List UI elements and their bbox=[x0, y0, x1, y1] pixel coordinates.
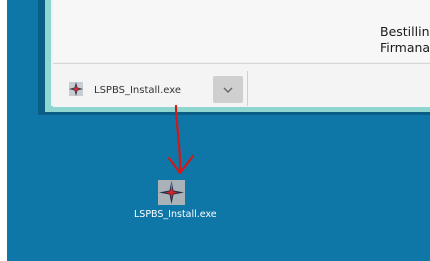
download-menu-button[interactable] bbox=[213, 76, 243, 103]
desktop-file-icon[interactable] bbox=[158, 180, 185, 205]
page-text-line-2: Firmana bbox=[380, 40, 430, 55]
compass-star-icon bbox=[159, 181, 184, 204]
page-text: Bestillin Firmana bbox=[380, 24, 430, 56]
page-content bbox=[53, 0, 430, 62]
download-bar-separator bbox=[247, 71, 248, 106]
chevron-down-icon bbox=[223, 87, 233, 93]
desktop-file-label: LSPBS_Install.exe bbox=[134, 209, 217, 220]
download-filename: LSPBS_Install.exe bbox=[94, 85, 182, 96]
page-text-line-1: Bestillin bbox=[380, 24, 430, 39]
exe-file-icon bbox=[69, 82, 83, 96]
